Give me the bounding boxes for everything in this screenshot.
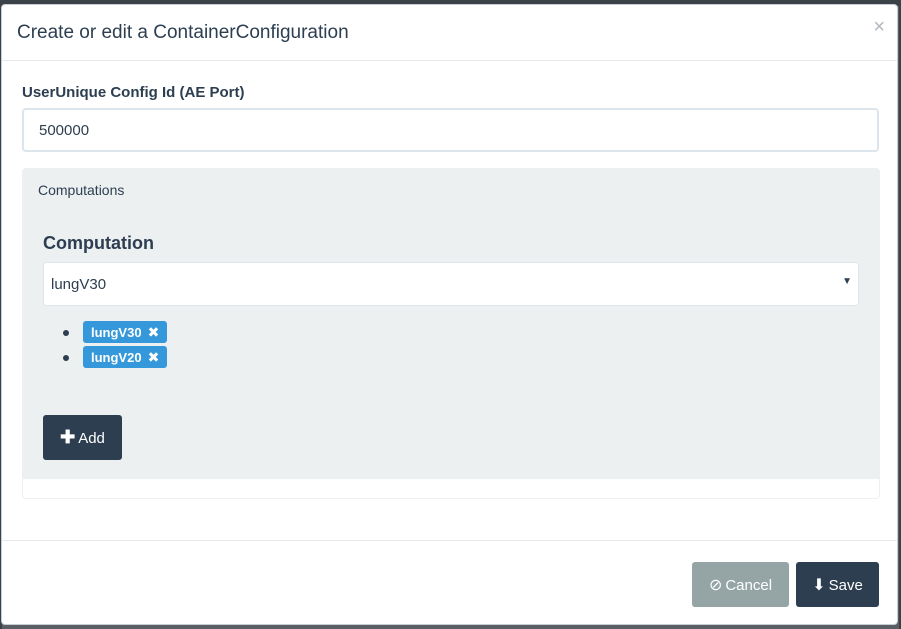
computation-label: Computation bbox=[43, 233, 154, 253]
bullet-icon bbox=[63, 355, 69, 361]
save-button-label: Save bbox=[828, 576, 863, 594]
save-button[interactable]: ⬇ Save bbox=[796, 562, 879, 607]
add-button-label: Add bbox=[78, 430, 105, 447]
computations-panel-heading: Computations bbox=[23, 169, 879, 213]
modal-footer: ⊘ Cancel ⬇ Save bbox=[2, 540, 897, 626]
modal-title: Create or edit a ContainerConfiguration bbox=[17, 22, 349, 43]
config-id-label: UserUnique Config Id (AE Port) bbox=[22, 84, 245, 101]
bullet-icon bbox=[63, 330, 69, 336]
tag-label: lungV20 bbox=[91, 350, 142, 365]
modal-header: Create or edit a ContainerConfiguration … bbox=[2, 5, 897, 61]
ban-icon: ⊘ bbox=[708, 576, 723, 594]
computations-panel: Computations Computation lungV30 ▼ lungV… bbox=[22, 168, 880, 499]
container-configuration-modal: Create or edit a ContainerConfiguration … bbox=[1, 4, 898, 625]
remove-icon[interactable]: ✖ bbox=[148, 349, 160, 366]
config-id-input[interactable] bbox=[22, 108, 879, 152]
add-computation-button[interactable]: ✚ Add bbox=[43, 415, 122, 460]
computation-select[interactable]: lungV30 ▼ bbox=[43, 262, 859, 306]
dropdown-arrow-icon: ▼ bbox=[842, 276, 852, 287]
close-icon[interactable]: × bbox=[873, 17, 885, 37]
computation-tag: lungV30 ✖ bbox=[83, 321, 168, 343]
computations-panel-body: Computation lungV30 ▼ lungV30 ✖ lungV20 ✖ bbox=[23, 213, 879, 479]
remove-icon[interactable]: ✖ bbox=[148, 324, 160, 341]
tag-label: lungV30 bbox=[91, 325, 142, 340]
cancel-button[interactable]: ⊘ Cancel bbox=[692, 562, 789, 607]
plus-icon: ✚ bbox=[60, 427, 76, 447]
cancel-button-label: Cancel bbox=[725, 576, 773, 594]
download-icon: ⬇ bbox=[812, 576, 826, 594]
computation-tag: lungV20 ✖ bbox=[83, 346, 168, 368]
computation-select-value: lungV30 bbox=[51, 276, 107, 293]
